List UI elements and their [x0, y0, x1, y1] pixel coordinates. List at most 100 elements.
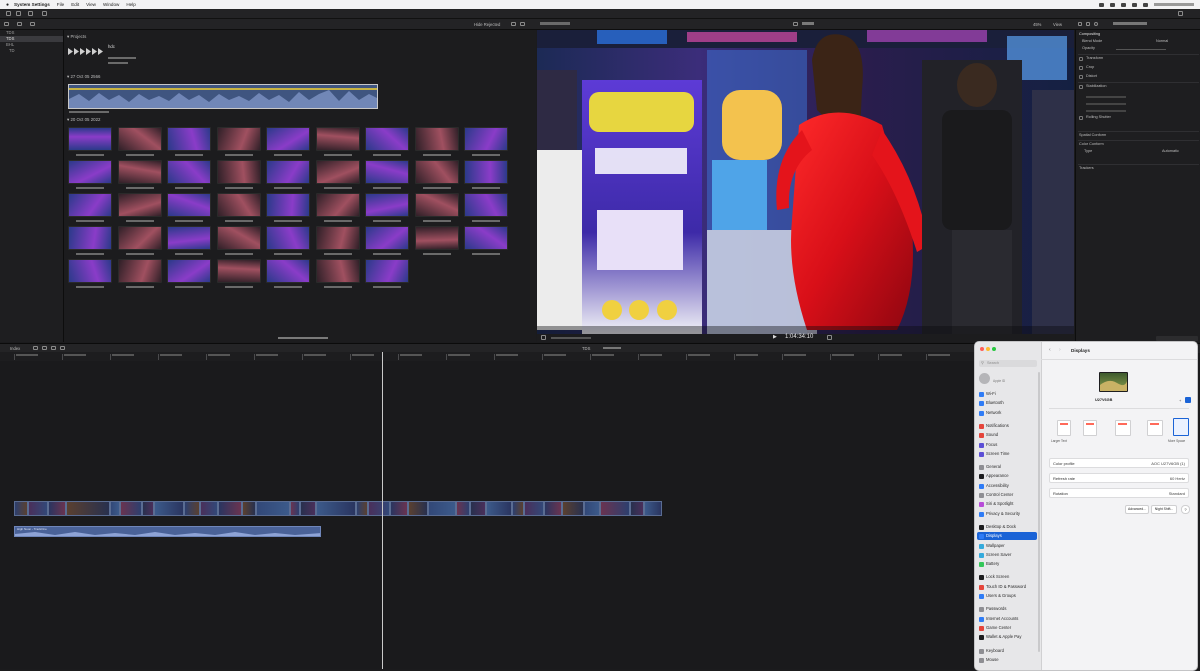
resolution-option-2[interactable] [1083, 420, 1097, 436]
display-options-icon[interactable] [1185, 397, 1191, 403]
clip-thumbnail[interactable] [68, 259, 112, 283]
library-item-3[interactable]: TD [0, 48, 63, 54]
timeline-audio-clip[interactable]: High Noon - TrackOne [14, 526, 321, 537]
timeline-video-clip[interactable] [644, 501, 662, 516]
sidebar-item-internet-accounts[interactable]: Internet Accounts [977, 615, 1037, 623]
clip-thumbnail[interactable] [266, 226, 310, 250]
sidebar-item-bluetooth[interactable]: Bluetooth [977, 399, 1037, 407]
clip-thumbnail[interactable] [365, 193, 409, 217]
viewer-frame[interactable] [537, 30, 1074, 334]
inspector-section-stabilization[interactable]: Stabilization [1086, 84, 1198, 90]
filmstrip-view-icon[interactable] [520, 22, 525, 26]
zoom-menu[interactable]: 45% [1033, 22, 1041, 27]
sidebar-item-general[interactable]: General [977, 463, 1037, 471]
clip-thumbnail[interactable] [167, 259, 211, 283]
close-window-icon[interactable] [980, 347, 984, 351]
clip-thumbnail[interactable] [365, 259, 409, 283]
opacity-slider[interactable] [1116, 49, 1166, 50]
clip-thumbnail[interactable] [216, 193, 261, 217]
control-center-icon[interactable] [1143, 2, 1148, 7]
resolution-option-1[interactable] [1057, 420, 1071, 436]
timeline-video-clip[interactable] [428, 501, 456, 516]
add-display-button[interactable]: + [1179, 398, 1181, 403]
clip-thumbnail[interactable] [315, 127, 360, 151]
menu-file[interactable]: File [57, 2, 64, 7]
clip-thumbnail[interactable] [216, 226, 261, 250]
timeline-video-clip[interactable] [142, 501, 154, 516]
titles-icon[interactable] [30, 22, 35, 26]
sidebar-item-wallet-apple-pay[interactable]: Wallet & Apple Pay [977, 633, 1037, 641]
clip-thumbnail[interactable] [315, 160, 360, 184]
sidebar-item-screen-saver[interactable]: Screen Saver [977, 551, 1037, 559]
timeline-video-clip[interactable] [28, 501, 48, 516]
photos-icon[interactable] [17, 22, 22, 26]
clip-thumbnail[interactable] [266, 127, 310, 151]
sidebar-item-passwords[interactable]: Passwords [977, 605, 1037, 613]
timeline-video-clip[interactable] [408, 501, 428, 516]
inspector-section-transform[interactable]: Transform [1086, 56, 1198, 62]
timeline-video-clip[interactable] [512, 501, 524, 516]
rotation-value[interactable]: Standard [1169, 491, 1185, 496]
clip-thumbnail[interactable] [167, 127, 211, 151]
menu-app-name[interactable]: System Settings [14, 2, 50, 7]
clip-thumbnail[interactable] [68, 160, 112, 184]
project-thumbnail[interactable] [68, 43, 106, 55]
clip-thumbnail[interactable] [315, 259, 360, 283]
timeline-video-clip[interactable] [256, 501, 290, 516]
blend-mode-value[interactable]: Normal [1156, 39, 1198, 45]
clip-thumbnail[interactable] [117, 193, 162, 217]
clip-thumbnail[interactable] [266, 160, 310, 184]
clip-thumbnail[interactable] [414, 160, 459, 184]
clip-thumbnail[interactable] [414, 127, 459, 151]
sidebar-item-lock-screen[interactable]: Lock Screen [977, 573, 1037, 581]
timeline-video-clip[interactable] [200, 501, 218, 516]
audio-clip-waveform[interactable] [68, 84, 378, 109]
libraries-toggle-icon[interactable] [4, 22, 9, 26]
timeline-icon-4[interactable] [60, 346, 65, 350]
inspector-section-distort[interactable]: Distort [1086, 74, 1198, 80]
clip-thumbnail[interactable] [117, 160, 162, 184]
transform-checkbox[interactable] [1079, 57, 1083, 61]
clip-thumbnail[interactable] [266, 193, 310, 217]
fullscreen-icon[interactable] [827, 335, 832, 340]
background-tasks-icon[interactable] [28, 11, 33, 16]
sidebar-item-control-center[interactable]: Control Center [977, 491, 1037, 499]
sidebar-item-desktop-dock[interactable]: Desktop & Dock [977, 523, 1037, 531]
timeline-video-clip[interactable] [242, 501, 256, 516]
clip-thumbnail[interactable] [365, 160, 409, 184]
clip-appearance-icon[interactable] [511, 22, 516, 26]
settings-search-field[interactable]: ⚲ Search [979, 360, 1037, 367]
clip-thumbnail[interactable] [216, 127, 261, 151]
clip-thumbnail[interactable] [464, 127, 508, 151]
clip-thumbnail[interactable] [266, 259, 310, 283]
sidebar-item-appearance[interactable]: Appearance [977, 472, 1037, 480]
timeline-video-clip[interactable] [66, 501, 110, 516]
timeline-video-clip[interactable] [390, 501, 408, 516]
section-header-20[interactable]: ▾ 20 Oct 05 2022 [67, 117, 100, 123]
sidebar-item-focus[interactable]: Focus [977, 441, 1037, 449]
color-profile-value[interactable]: AOC U27V6GB (1) [1151, 461, 1185, 466]
sidebar-item-sound[interactable]: Sound [977, 431, 1037, 439]
crop-checkbox[interactable] [1079, 66, 1083, 70]
timeline-video-clip[interactable] [48, 501, 66, 516]
advanced-button[interactable]: Advanced... [1125, 505, 1149, 514]
inspector-info-icon[interactable] [1094, 22, 1098, 26]
timeline-icon-2[interactable] [42, 346, 47, 350]
timeline-video-clip[interactable] [14, 501, 28, 516]
hide-rejected-menu[interactable]: Hide Rejected [474, 22, 500, 27]
clip-thumbnail[interactable] [117, 226, 162, 250]
sidebar-item-game-center[interactable]: Game Center [977, 624, 1037, 632]
timeline-video-clip[interactable] [154, 501, 184, 516]
timeline-playhead[interactable] [382, 352, 383, 669]
timeline-video-clip[interactable] [486, 501, 512, 516]
clip-thumbnail[interactable] [216, 259, 261, 283]
timeline-video-clip[interactable] [290, 501, 300, 516]
timeline-video-clip[interactable] [368, 501, 390, 516]
sidebar-item-network[interactable]: Network [977, 409, 1037, 417]
clip-thumbnail[interactable] [464, 193, 508, 217]
share-icon[interactable] [1178, 11, 1183, 16]
clip-thumbnail[interactable] [117, 259, 162, 283]
resolution-option-5[interactable] [1173, 418, 1189, 436]
help-button[interactable]: ? [1181, 505, 1190, 514]
sidebar-item-accessibility[interactable]: Accessibility [977, 482, 1037, 490]
